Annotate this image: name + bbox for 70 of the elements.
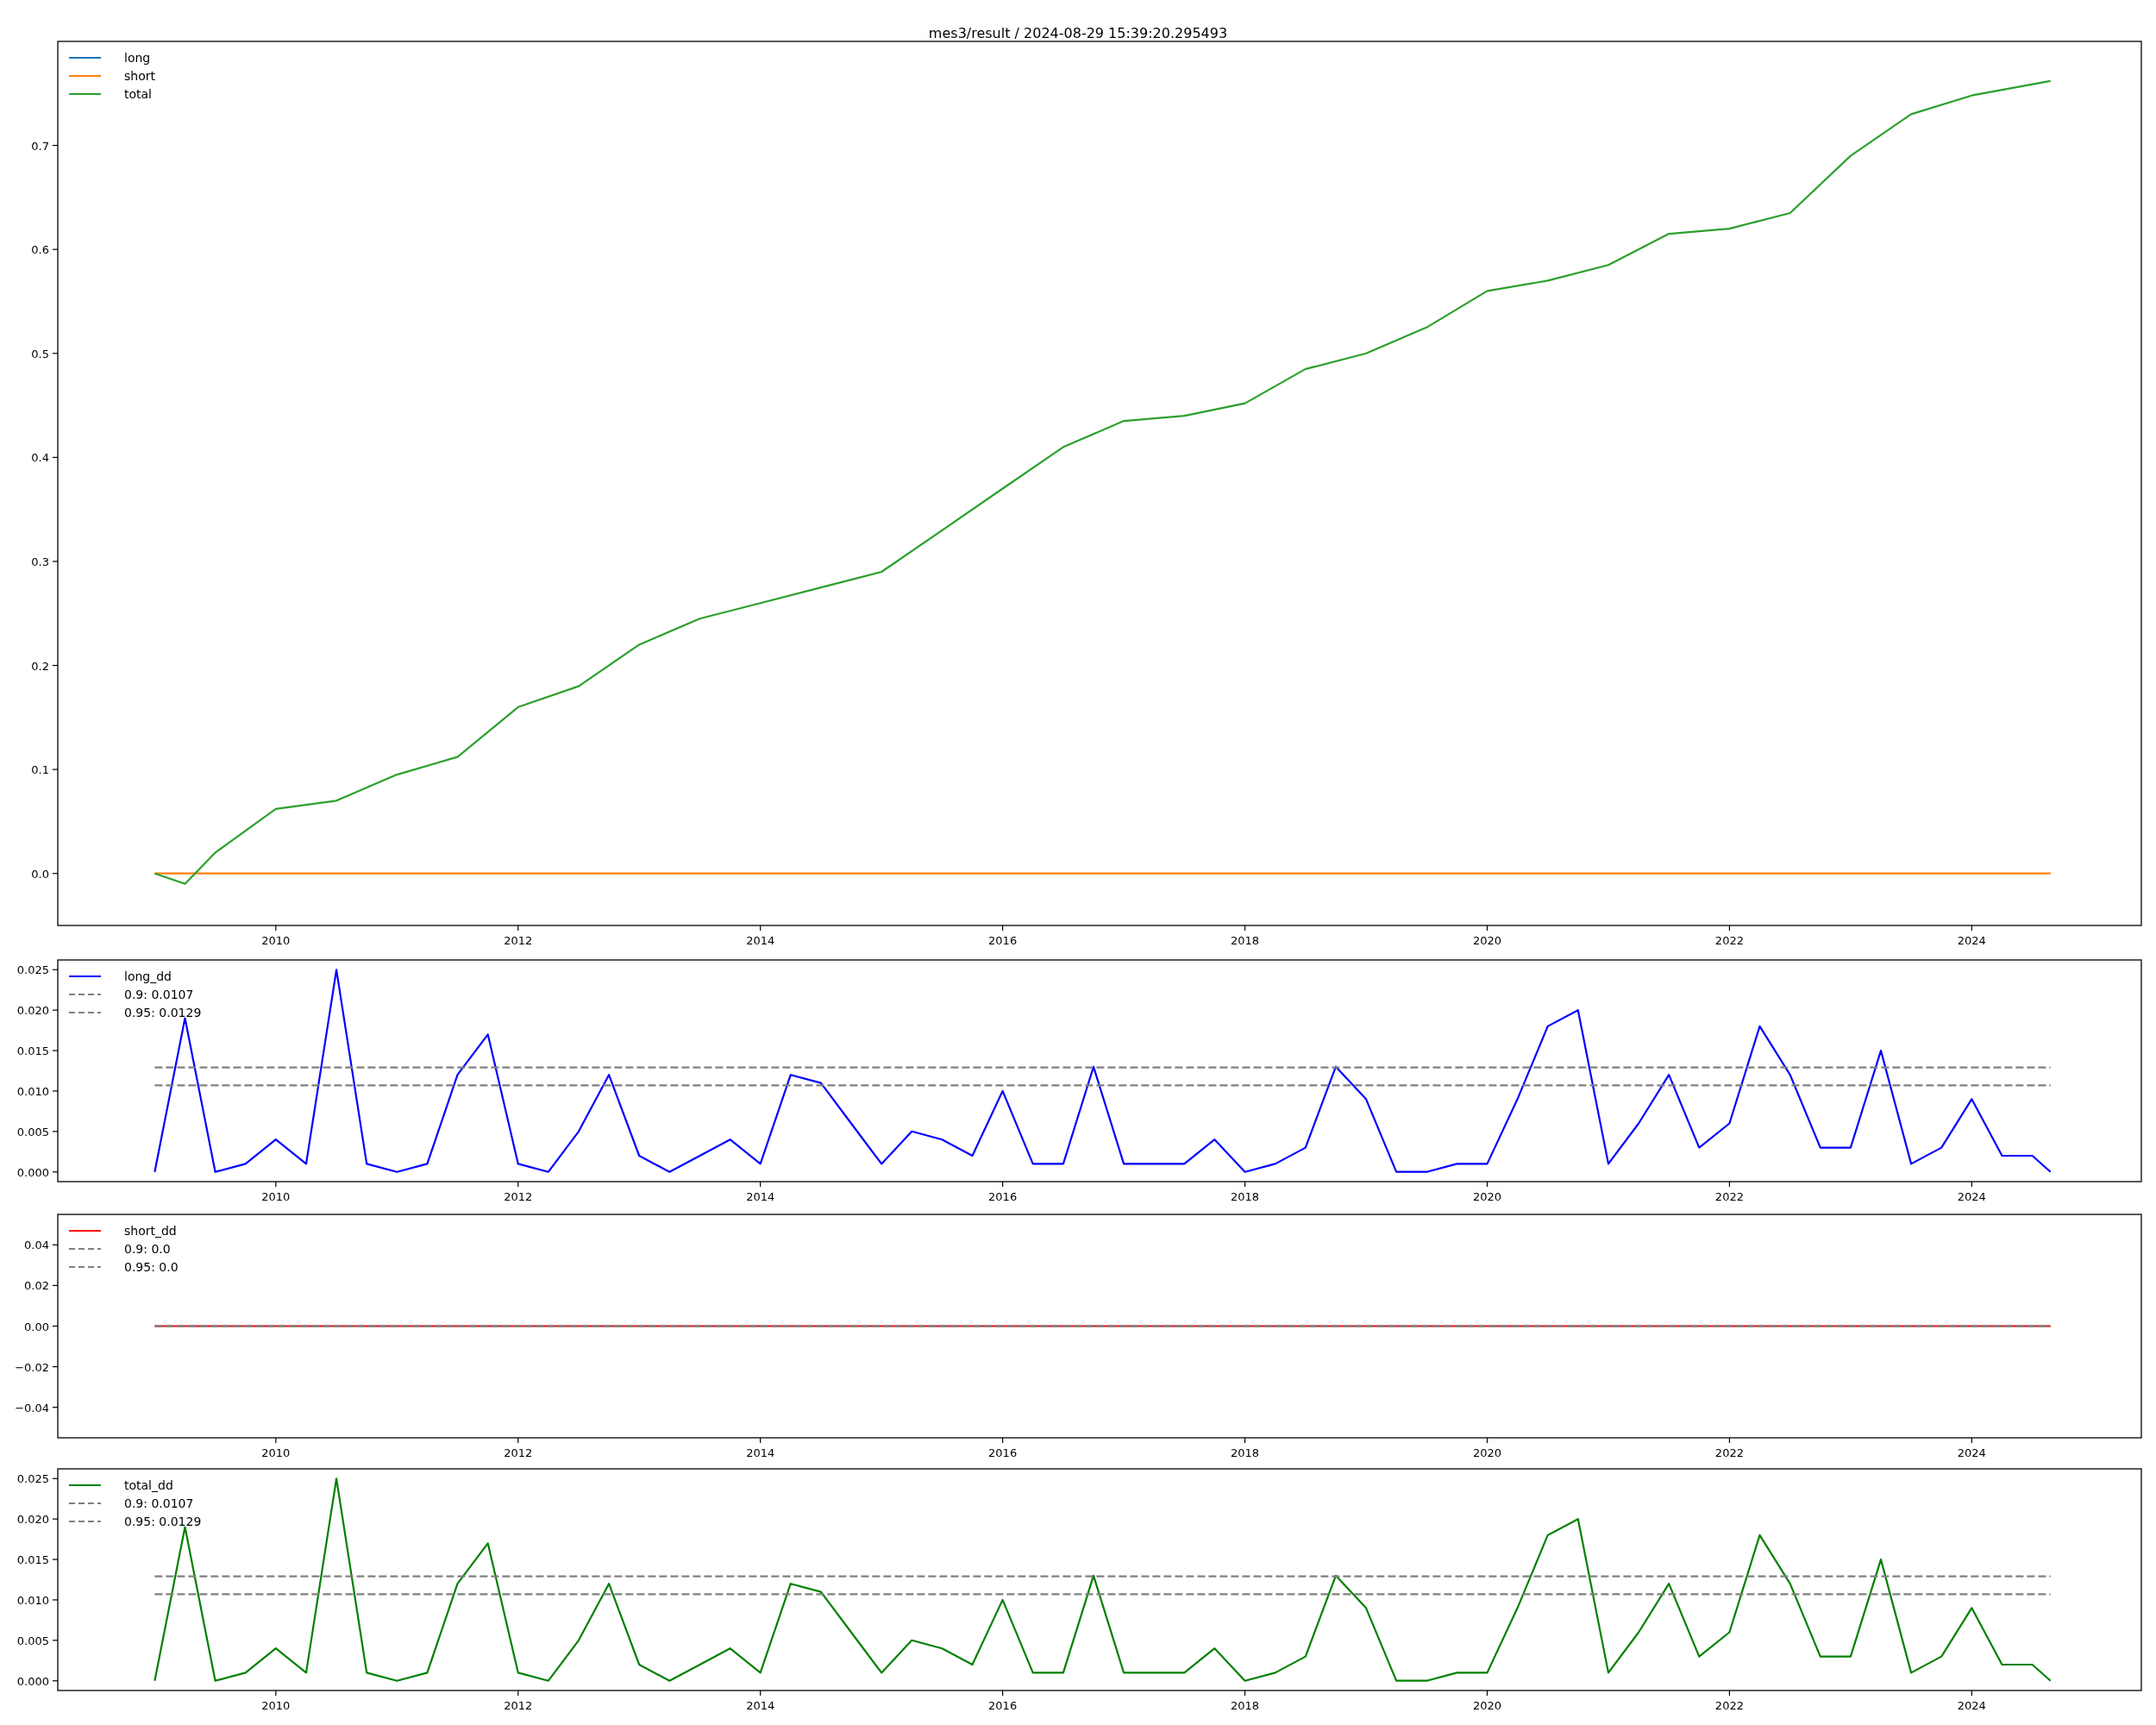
y-tick-label: 0.000 bbox=[16, 1674, 49, 1688]
x-tick-label: 2012 bbox=[504, 1190, 533, 1203]
y-tick-label: 0.025 bbox=[16, 1472, 49, 1486]
x-tick-label: 2010 bbox=[261, 1446, 291, 1459]
legend-label: short_dd bbox=[124, 1224, 177, 1238]
x-tick-label: 2022 bbox=[1714, 1190, 1744, 1203]
y-tick-label: 0.010 bbox=[16, 1084, 49, 1098]
x-tick-label: 2012 bbox=[504, 1446, 533, 1459]
x-tick-label: 2010 bbox=[261, 1699, 291, 1712]
y-tick-label: 0.3 bbox=[31, 555, 49, 568]
x-tick-label: 2014 bbox=[746, 1446, 775, 1459]
x-tick-label: 2018 bbox=[1231, 1699, 1260, 1712]
x-tick-label: 2022 bbox=[1714, 1446, 1744, 1459]
y-tick-label: 0.0 bbox=[31, 867, 49, 881]
x-tick-label: 2024 bbox=[1957, 1190, 1986, 1203]
y-tick-label: −0.04 bbox=[15, 1401, 49, 1414]
legend-label: 0.9: 0.0107 bbox=[124, 988, 194, 1001]
x-tick-label: 2020 bbox=[1472, 1446, 1502, 1459]
y-tick-label: 0.005 bbox=[16, 1634, 49, 1647]
y-tick-label: 0.010 bbox=[16, 1593, 49, 1607]
legend-label: 0.95: 0.0129 bbox=[124, 1006, 202, 1019]
legend-label: 0.95: 0.0 bbox=[124, 1260, 179, 1274]
x-tick-label: 2018 bbox=[1231, 934, 1260, 947]
legend-label: 0.9: 0.0 bbox=[124, 1242, 171, 1256]
y-tick-label: 0.025 bbox=[16, 963, 49, 977]
x-tick-label: 2018 bbox=[1231, 1190, 1260, 1203]
legend-label: 0.95: 0.0129 bbox=[124, 1515, 202, 1528]
x-tick-label: 2016 bbox=[988, 934, 1018, 947]
x-tick-label: 2020 bbox=[1472, 934, 1502, 947]
x-tick-label: 2024 bbox=[1957, 1446, 1986, 1459]
x-tick-label: 2024 bbox=[1957, 1699, 1986, 1712]
y-tick-label: 0.6 bbox=[31, 243, 49, 257]
y-tick-label: 0.015 bbox=[16, 1553, 49, 1567]
y-tick-label: 0.02 bbox=[24, 1279, 49, 1293]
y-tick-label: 0.04 bbox=[24, 1239, 49, 1252]
y-tick-label: 0.4 bbox=[31, 451, 49, 465]
y-tick-label: 0.020 bbox=[16, 1513, 49, 1527]
x-tick-label: 2010 bbox=[261, 934, 291, 947]
legend-label: long_dd bbox=[124, 969, 172, 983]
y-tick-label: 0.00 bbox=[24, 1320, 49, 1333]
x-tick-label: 2022 bbox=[1714, 1699, 1744, 1712]
legend-label: 0.9: 0.0107 bbox=[124, 1496, 194, 1510]
x-tick-label: 2012 bbox=[504, 934, 533, 947]
y-tick-label: 0.7 bbox=[31, 139, 49, 153]
x-tick-label: 2016 bbox=[988, 1446, 1018, 1459]
legend-label: long bbox=[124, 51, 151, 65]
legend-label: total_dd bbox=[124, 1478, 173, 1492]
x-tick-label: 2010 bbox=[261, 1190, 291, 1203]
x-tick-label: 2012 bbox=[504, 1699, 533, 1712]
x-tick-label: 2020 bbox=[1472, 1699, 1502, 1712]
y-tick-label: 0.1 bbox=[31, 763, 49, 777]
y-tick-label: 0.2 bbox=[31, 659, 49, 673]
y-tick-label: 0.005 bbox=[16, 1125, 49, 1138]
x-tick-label: 2016 bbox=[988, 1190, 1018, 1203]
legend-label: short bbox=[124, 69, 155, 83]
x-tick-label: 2022 bbox=[1714, 934, 1744, 947]
y-tick-label: 0.015 bbox=[16, 1044, 49, 1058]
y-tick-label: 0.020 bbox=[16, 1004, 49, 1018]
x-tick-label: 2014 bbox=[746, 934, 775, 947]
figure-title: mes3/result / 2024-08-29 15:39:20.295493 bbox=[928, 26, 1228, 41]
x-tick-label: 2014 bbox=[746, 1699, 775, 1712]
y-tick-label: 0.5 bbox=[31, 347, 49, 361]
legend-label: total bbox=[124, 87, 152, 101]
x-tick-label: 2024 bbox=[1957, 934, 1986, 947]
x-tick-label: 2020 bbox=[1472, 1190, 1502, 1203]
y-tick-label: −0.02 bbox=[15, 1360, 49, 1374]
x-tick-label: 2016 bbox=[988, 1699, 1018, 1712]
x-tick-label: 2018 bbox=[1231, 1446, 1260, 1459]
x-tick-label: 2014 bbox=[746, 1190, 775, 1203]
y-tick-label: 0.000 bbox=[16, 1165, 49, 1179]
